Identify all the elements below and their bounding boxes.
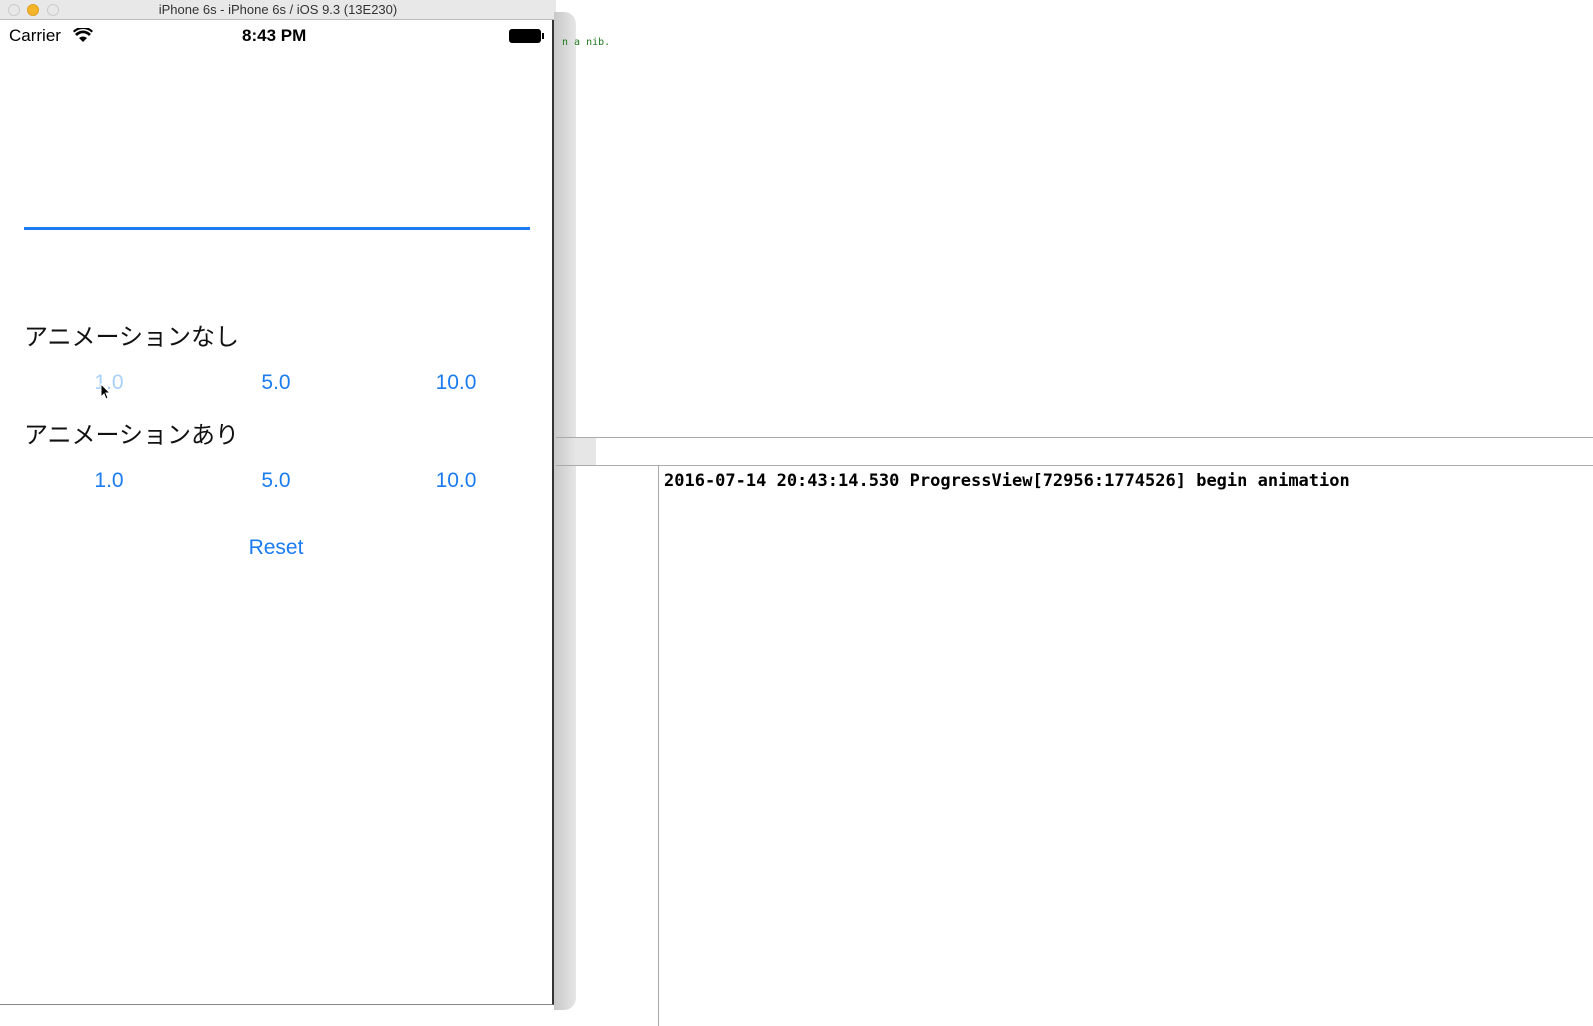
wifi-icon [73, 28, 93, 42]
anim-1-button[interactable]: 1.0 [94, 469, 123, 493]
code-fragment: n a nib. [562, 37, 611, 48]
carrier-label: Carrier [9, 26, 61, 45]
iphone-screen [0, 20, 554, 1005]
anim-10-button[interactable]: 10.0 [436, 469, 477, 493]
console-output: 2016-07-14 20:43:14.530 ProgressView[729… [664, 471, 1350, 491]
minimize-window-button[interactable] [27, 4, 39, 16]
close-window-button[interactable] [8, 4, 20, 16]
console-toolbar [576, 438, 596, 465]
window-shadow [554, 12, 576, 1010]
clock: 8:43 PM [242, 26, 307, 45]
reset-button[interactable]: Reset [249, 536, 304, 560]
progress-view [24, 227, 530, 230]
no-anim-5-button[interactable]: 5.0 [261, 371, 290, 395]
console-split[interactable] [658, 466, 659, 1026]
battery-tip [542, 33, 544, 39]
mouse-cursor-icon [100, 383, 112, 400]
simulator-title-bar: iPhone 6s - iPhone 6s / iOS 9.3 (13E230) [0, 0, 556, 20]
anim-5-button[interactable]: 5.0 [261, 469, 290, 493]
animation-label: アニメーションあり [24, 422, 240, 449]
window-title: iPhone 6s - iPhone 6s / iOS 9.3 (13E230) [158, 2, 398, 17]
no-anim-10-button[interactable]: 10.0 [436, 371, 477, 395]
battery-icon [509, 29, 541, 43]
divider [556, 465, 1593, 466]
progress-fill [24, 227, 530, 230]
divider [556, 437, 1593, 438]
no-animation-label: アニメーションなし [24, 324, 240, 351]
zoom-window-button[interactable] [47, 4, 59, 16]
